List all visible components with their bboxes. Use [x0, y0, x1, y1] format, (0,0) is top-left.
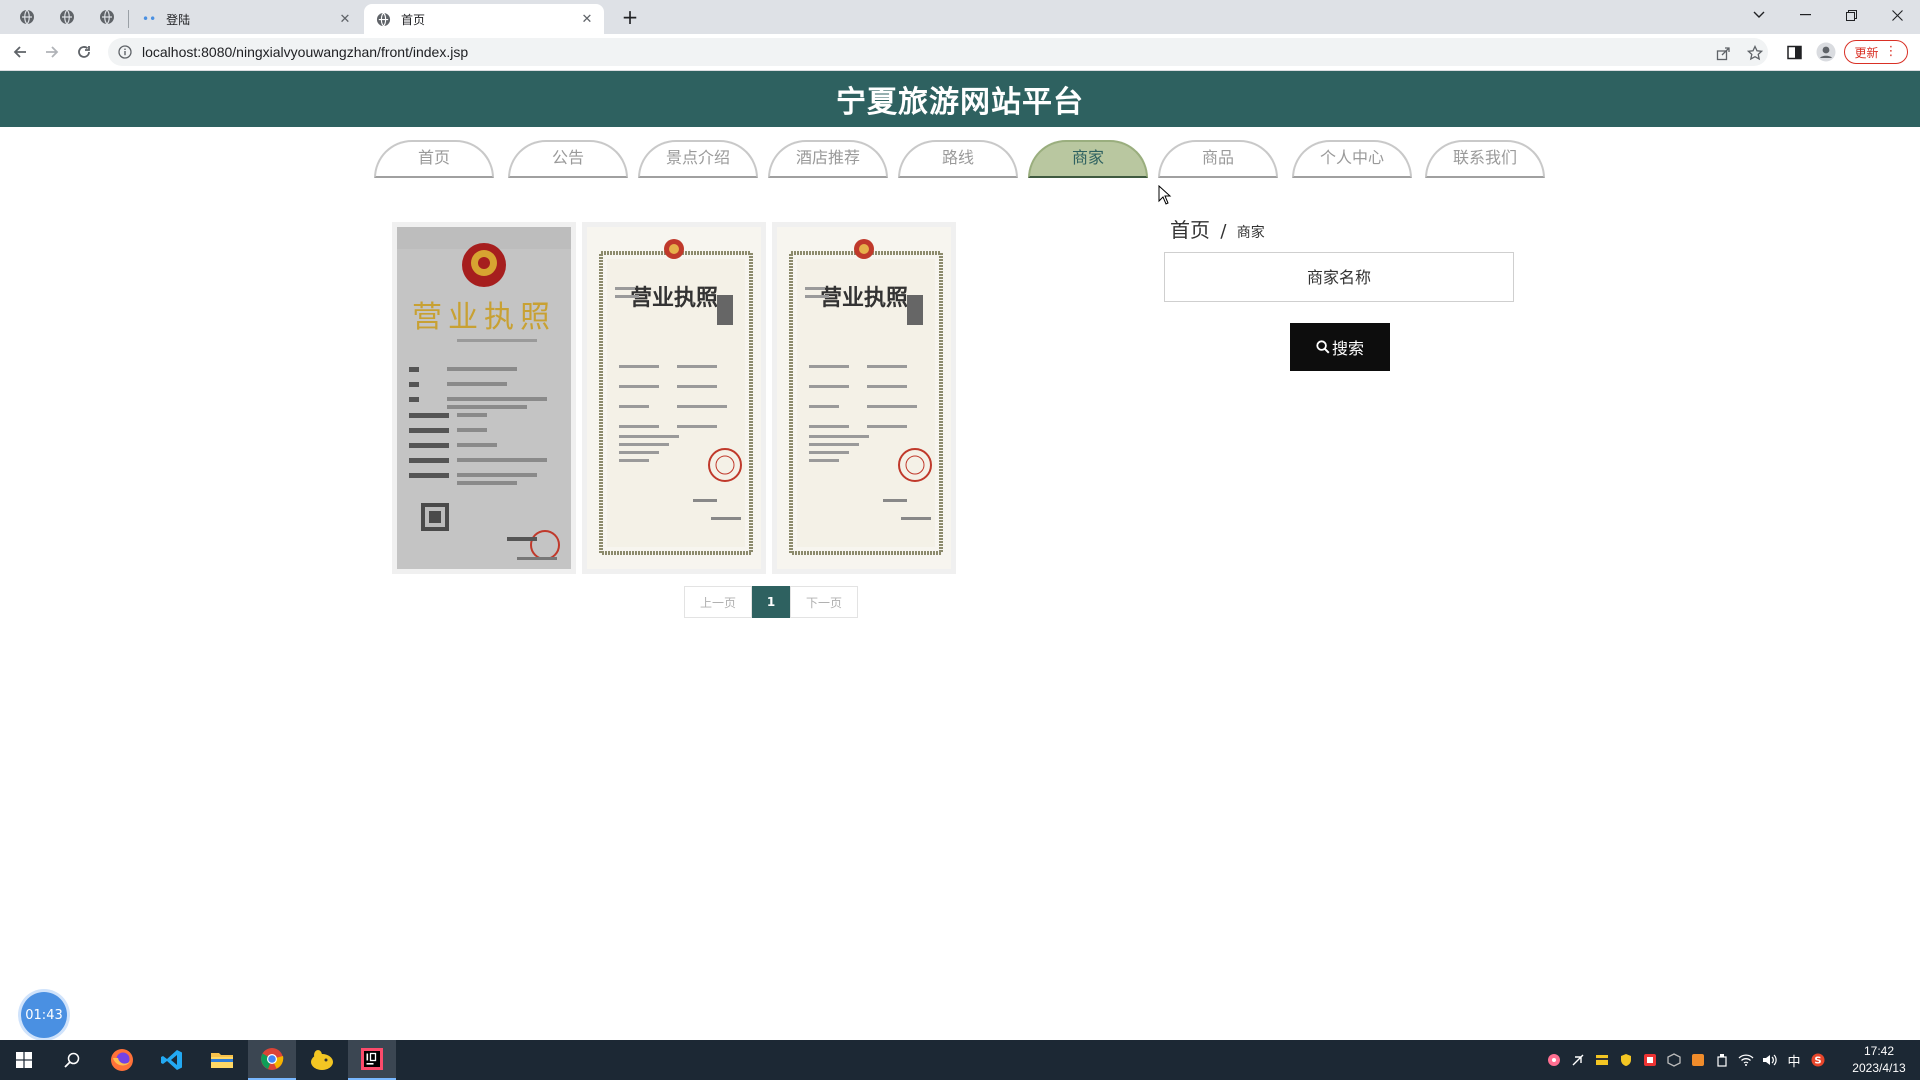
- business-license-image[interactable]: 营业执照: [587, 227, 761, 569]
- license-heading: 营业执照: [630, 285, 718, 311]
- tab-search-icon[interactable]: [1736, 0, 1782, 30]
- tab-home[interactable]: 首页 ✕: [364, 4, 604, 34]
- tab-separator: [128, 10, 129, 28]
- restore-icon[interactable]: [1828, 0, 1874, 30]
- pinned-tab-3[interactable]: [93, 6, 121, 28]
- yellow-app-icon[interactable]: [298, 1040, 346, 1080]
- timer-badge[interactable]: 01:43: [21, 992, 67, 1038]
- network-tool-icon[interactable]: [1570, 1052, 1586, 1068]
- merchant-list: 营业执照 营业执照 营业执照: [392, 222, 956, 574]
- update-button[interactable]: 更新 ⋮: [1844, 40, 1908, 64]
- url-text: localhost:8080/ningxialvyouwangzhan/fron…: [142, 44, 469, 60]
- box-icon[interactable]: [1666, 1052, 1682, 1068]
- search-button[interactable]: 搜索: [1290, 323, 1390, 371]
- clock-time: 17:42: [1863, 1044, 1895, 1058]
- close-icon[interactable]: ✕: [336, 10, 354, 28]
- taskbar-search-icon[interactable]: [48, 1040, 96, 1080]
- globe-icon: [100, 9, 114, 25]
- merchant-name-search-input[interactable]: [1164, 252, 1514, 302]
- pinned-tab-1[interactable]: [13, 6, 41, 28]
- nav-item-contact[interactable]: 联系我们: [1425, 140, 1545, 178]
- loading-dots-icon: ••: [142, 12, 157, 26]
- update-label: 更新: [1854, 45, 1879, 60]
- nav-item-home[interactable]: 首页: [374, 140, 494, 178]
- main-navigation: 首页 公告 景点介绍 酒店推荐 路线 商家 商品 个人中心 联系我们: [374, 140, 1548, 180]
- nav-item-attractions[interactable]: 景点介绍: [638, 140, 758, 178]
- nav-item-personal-center[interactable]: 个人中心: [1292, 140, 1412, 178]
- taskbar: 中 S 17:42 2023/4/13: [0, 1040, 1920, 1080]
- taskbar-clock[interactable]: 17:42 2023/4/13: [1838, 1043, 1920, 1077]
- breadcrumb-separator: /: [1220, 221, 1227, 242]
- business-license-image[interactable]: 营业执照: [397, 227, 571, 569]
- shield-icon[interactable]: [1618, 1052, 1634, 1068]
- license-heading: 营业执照: [412, 300, 556, 335]
- close-window-icon[interactable]: [1874, 0, 1920, 30]
- business-license-image[interactable]: 营业执照: [777, 227, 951, 569]
- browser-tab-strip: •• 登陆 ✕ 首页 ✕ +: [0, 0, 1920, 34]
- side-panel-icon[interactable]: [1780, 38, 1808, 66]
- site-header: 宁夏旅游网站平台: [0, 71, 1920, 127]
- bookmark-star-icon[interactable]: [1744, 42, 1766, 64]
- browser-toolbar: localhost:8080/ningxialvyouwangzhan/fron…: [0, 34, 1920, 71]
- vscode-icon[interactable]: [148, 1040, 196, 1080]
- globe-icon: [60, 9, 74, 25]
- back-arrow-icon[interactable]: [6, 38, 34, 66]
- ime-indicator[interactable]: 中: [1786, 1052, 1802, 1070]
- page-number-button[interactable]: 1: [752, 586, 790, 618]
- nav-item-announcements[interactable]: 公告: [508, 140, 628, 178]
- license-heading: 营业执照: [820, 285, 908, 311]
- pinned-tab-2[interactable]: [53, 6, 81, 28]
- globe-icon: [376, 12, 391, 26]
- red-app-icon[interactable]: [1642, 1052, 1658, 1068]
- tab-title: 首页: [401, 12, 426, 27]
- share-icon[interactable]: [1712, 42, 1734, 64]
- forward-arrow-icon[interactable]: [38, 38, 66, 66]
- close-icon[interactable]: ✕: [578, 10, 596, 28]
- pagination: 上一页 1 下一页: [684, 586, 858, 618]
- orange-app-icon[interactable]: [1690, 1052, 1706, 1068]
- next-page-button[interactable]: 下一页: [790, 586, 858, 618]
- info-icon[interactable]: [118, 45, 132, 59]
- more-vertical-icon: ⋮: [1884, 44, 1898, 59]
- merchant-card[interactable]: 营业执照: [582, 222, 766, 574]
- merchant-card[interactable]: 营业执照: [772, 222, 956, 574]
- usb-drive-icon[interactable]: [1714, 1052, 1730, 1068]
- tab-login[interactable]: •• 登陆 ✕: [130, 4, 362, 34]
- prev-page-button[interactable]: 上一页: [684, 586, 752, 618]
- new-tab-button[interactable]: +: [617, 6, 643, 28]
- mouse-cursor-icon: [1158, 185, 1172, 205]
- intellij-icon[interactable]: [348, 1040, 396, 1080]
- nav-item-merchants[interactable]: 商家: [1028, 140, 1148, 178]
- nav-item-hotels[interactable]: 酒店推荐: [768, 140, 888, 178]
- clock-date: 2023/4/13: [1852, 1061, 1906, 1075]
- search-icon: [1316, 340, 1330, 354]
- nav-item-products[interactable]: 商品: [1158, 140, 1278, 178]
- file-explorer-icon[interactable]: [198, 1040, 246, 1080]
- svg-text:S: S: [1814, 1056, 1821, 1067]
- firefox-icon[interactable]: [98, 1040, 146, 1080]
- profile-avatar-icon[interactable]: [1812, 38, 1840, 66]
- pinwheel-icon[interactable]: [1546, 1052, 1562, 1068]
- wifi-icon[interactable]: [1738, 1052, 1754, 1068]
- windows-start-icon[interactable]: [0, 1040, 48, 1080]
- chrome-icon[interactable]: [248, 1040, 296, 1080]
- reload-icon[interactable]: [70, 38, 98, 66]
- sogou-input-icon[interactable]: S: [1810, 1052, 1826, 1068]
- breadcrumb-current: 商家: [1236, 225, 1265, 241]
- address-bar[interactable]: localhost:8080/ningxialvyouwangzhan/fron…: [108, 38, 1768, 66]
- search-button-label: 搜索: [1331, 341, 1364, 358]
- site-title: 宁夏旅游网站平台: [836, 85, 1084, 120]
- minimize-icon[interactable]: [1782, 0, 1828, 30]
- nav-item-routes[interactable]: 路线: [898, 140, 1018, 178]
- breadcrumb-home[interactable]: 首页: [1170, 218, 1210, 242]
- card-icon[interactable]: [1594, 1052, 1610, 1068]
- tab-title: 登陆: [166, 12, 191, 27]
- breadcrumb: 首页 / 商家: [1170, 214, 1265, 243]
- globe-icon: [20, 9, 34, 25]
- merchant-card[interactable]: 营业执照: [392, 222, 576, 574]
- volume-icon[interactable]: [1762, 1052, 1778, 1068]
